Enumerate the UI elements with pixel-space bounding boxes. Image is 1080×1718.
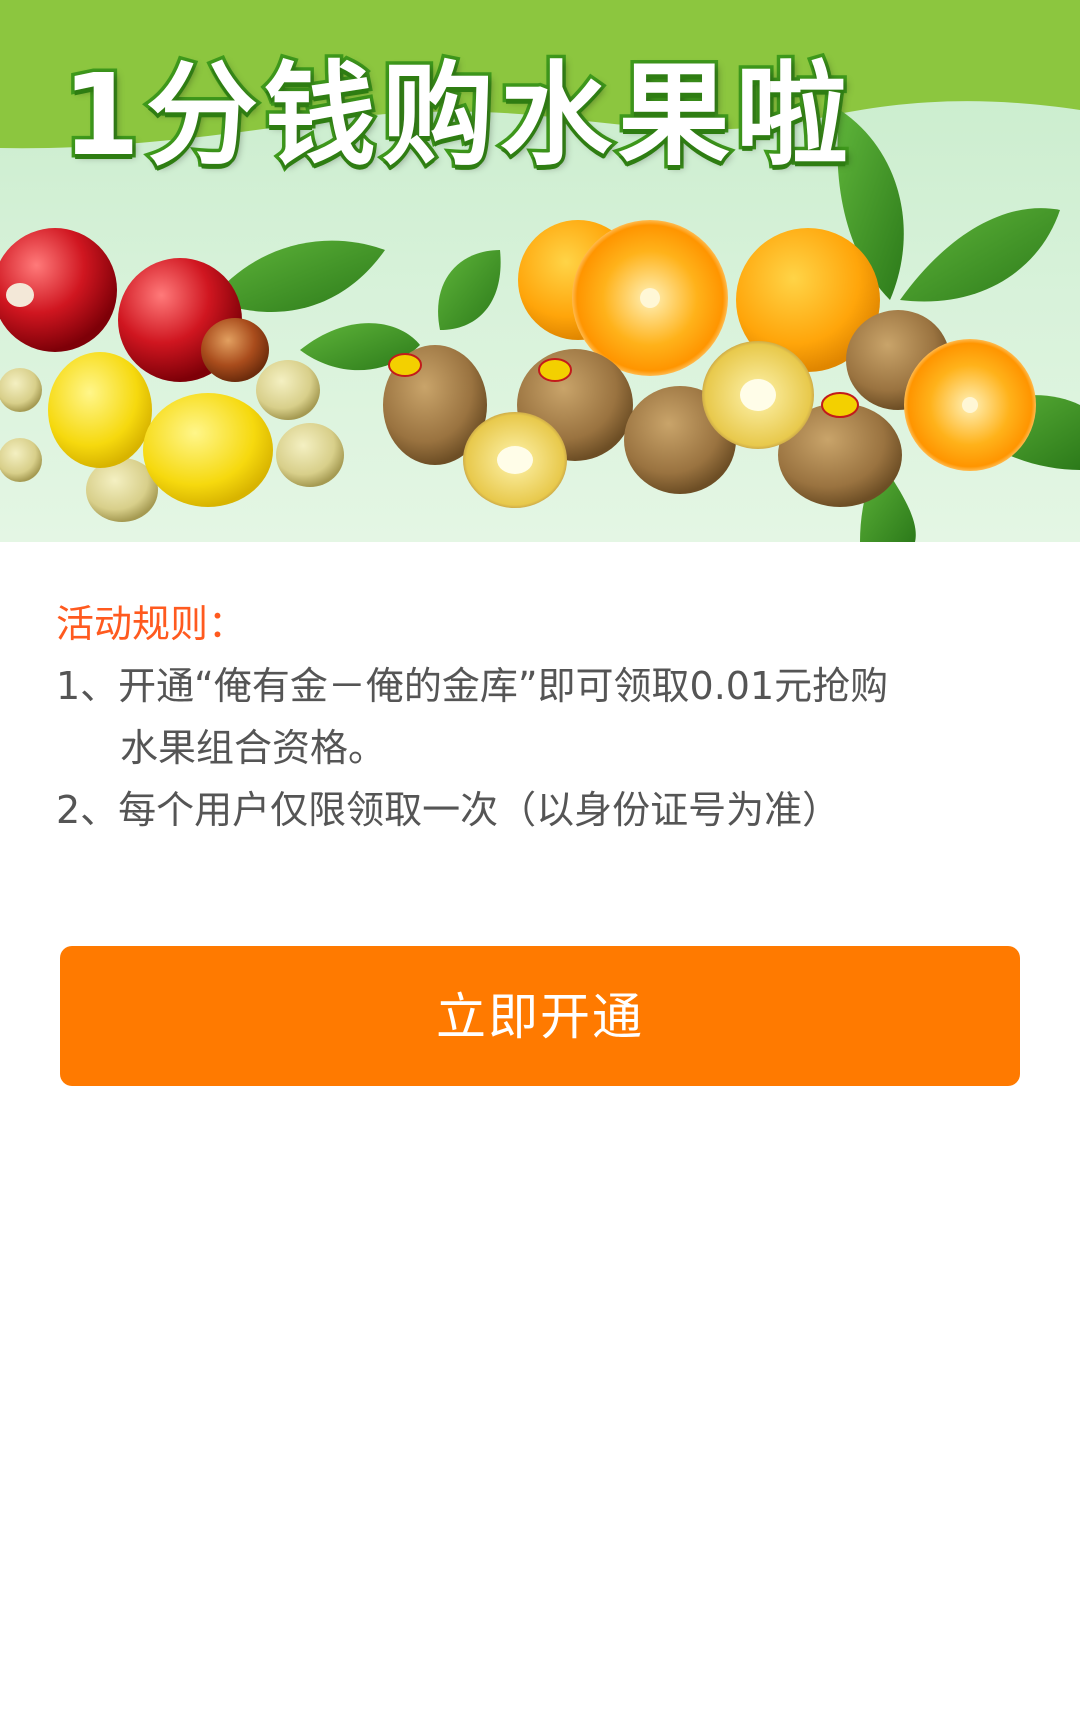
banner-title: 1分钱购水果啦 <box>59 51 854 181</box>
rule-item-1-continuation: 水果组合资格。 <box>120 726 387 770</box>
promo-banner: 1分钱购水果啦 <box>0 0 1080 542</box>
rule-item-1: 1、开通“俺有金－俺的金库”即可领取0.01元抢购 <box>56 664 889 708</box>
rules-heading: 活动规则： <box>56 602 247 646</box>
rule-item-2: 2、每个用户仅限领取一次（以身份证号为准） <box>56 788 841 832</box>
activate-now-button[interactable]: 立即开通 <box>60 946 1020 1086</box>
